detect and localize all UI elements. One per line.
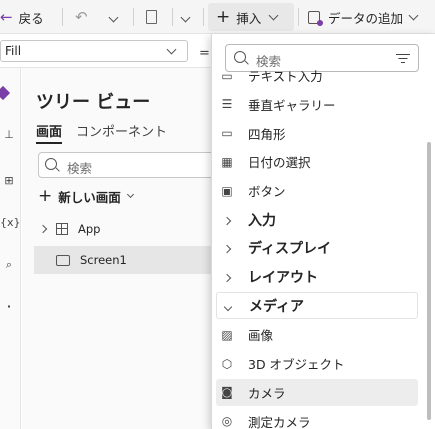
app-icon bbox=[56, 223, 68, 235]
tree-view-panel: ツリー ビュー 画面 コンポーネント 検索 + 新しい画面 App Screen… bbox=[22, 68, 228, 429]
tab-components[interactable]: コンポーネント bbox=[76, 121, 167, 140]
insert-label: 挿入 bbox=[236, 10, 262, 26]
tree-node-app[interactable]: App bbox=[34, 215, 212, 243]
back-arrow-icon: ← bbox=[0, 8, 13, 26]
menu-item-label: 四角形 bbox=[248, 126, 286, 142]
formula-bar: Fill = bbox=[0, 34, 210, 68]
image-icon: ▨ bbox=[221, 327, 233, 342]
chevron-down-icon bbox=[126, 190, 134, 198]
toolbar-divider bbox=[133, 8, 134, 26]
menu-item[interactable]: メディア bbox=[216, 292, 418, 320]
chevron-right-icon bbox=[216, 270, 238, 284]
new-screen-button[interactable]: + 新しい画面 bbox=[38, 186, 134, 206]
menu-item-label: カメラ bbox=[248, 385, 286, 401]
menu-item-label: 測定カメラ bbox=[248, 414, 311, 429]
menu-item-label: 垂直ギャラリー bbox=[248, 97, 336, 113]
calendar-icon: ▦ bbox=[221, 154, 233, 169]
insert-button[interactable]: + 挿入 bbox=[208, 3, 294, 31]
measure-camera-icon: ◎ bbox=[221, 414, 233, 429]
panel-title: ツリー ビュー bbox=[36, 92, 151, 113]
search-rail-icon[interactable]: ⌕ bbox=[0, 258, 18, 272]
menu-item-label: 入力 bbox=[248, 212, 276, 229]
menu-item[interactable]: ▦ 日付の選択 bbox=[216, 148, 418, 175]
text-input-icon: ▭ bbox=[221, 68, 233, 83]
data-rail-icon[interactable]: ⊞ bbox=[0, 174, 18, 187]
more-icon[interactable]: · bbox=[0, 300, 18, 313]
toolbar-divider bbox=[203, 8, 204, 26]
chevron-down-icon bbox=[408, 10, 419, 20]
cube-icon: ⬡ bbox=[221, 356, 233, 371]
chevron-down-icon bbox=[166, 44, 177, 55]
menu-scrollbar[interactable] bbox=[427, 142, 431, 420]
layers-icon[interactable] bbox=[0, 85, 11, 101]
menu-item[interactable]: ▣ ボタン bbox=[216, 177, 418, 204]
search-icon bbox=[45, 158, 57, 170]
camera-icon: ◙ bbox=[221, 385, 233, 400]
tab-screens[interactable]: 画面 bbox=[36, 121, 63, 144]
menu-item[interactable]: ◎ 測定カメラ bbox=[216, 408, 418, 429]
chevron-right-icon bbox=[216, 213, 238, 227]
rectangle-icon: ▭ bbox=[221, 126, 233, 141]
chevron-down-icon bbox=[217, 299, 239, 313]
gallery-icon: ☰ bbox=[221, 97, 233, 112]
app-rail: ⊥ ⊞ {x} ⌕ · bbox=[0, 68, 21, 429]
button-icon: ▣ bbox=[221, 183, 233, 198]
insert-rail-icon[interactable]: ⊥ bbox=[0, 128, 18, 141]
menu-item[interactable]: ▨ 画像 bbox=[216, 321, 418, 348]
plus-icon: + bbox=[216, 7, 231, 27]
equals-icon: = bbox=[199, 46, 210, 61]
variables-icon[interactable]: {x} bbox=[0, 216, 21, 229]
menu-item[interactable]: ⬡ 3D オブジェクト bbox=[216, 350, 418, 377]
property-value: Fill bbox=[5, 44, 22, 58]
menu-item[interactable]: 入力 bbox=[216, 206, 418, 233]
tree-node-screen1[interactable]: Screen1 bbox=[34, 246, 212, 274]
tree-search-input[interactable]: 検索 bbox=[38, 152, 228, 178]
menu-item-label: メディア bbox=[249, 298, 305, 315]
menu-item-label: 3D オブジェクト bbox=[248, 357, 345, 372]
paste-dropdown-button[interactable] bbox=[180, 6, 191, 28]
menu-item[interactable]: ▭ テキスト入力 bbox=[216, 62, 418, 89]
menu-item[interactable]: ☰ 垂直ギャラリー bbox=[216, 91, 418, 118]
back-button[interactable]: ← 戻る bbox=[0, 6, 44, 28]
menu-item-label: ディスプレイ bbox=[248, 241, 332, 258]
database-badge-icon bbox=[317, 19, 323, 26]
chevron-down-icon bbox=[108, 12, 119, 22]
menu-item-label: ボタン bbox=[248, 184, 286, 200]
toolbar-divider bbox=[172, 8, 173, 26]
toolbar-divider bbox=[62, 8, 63, 26]
undo-dropdown-button[interactable] bbox=[108, 6, 119, 28]
clipboard-icon bbox=[146, 10, 157, 24]
menu-item[interactable]: ▭ 四角形 bbox=[216, 120, 418, 147]
tree-search-placeholder: 検索 bbox=[67, 161, 93, 176]
add-data-button[interactable]: データの追加 bbox=[308, 6, 419, 28]
menu-item-label: テキスト入力 bbox=[248, 69, 323, 84]
new-screen-label: 新しい画面 bbox=[58, 189, 121, 205]
command-bar: ← 戻る ↶ + 挿入 データの追加 bbox=[0, 0, 435, 34]
menu-item-label: 画像 bbox=[248, 328, 274, 344]
chevron-down-icon bbox=[268, 10, 279, 20]
add-data-label: データの追加 bbox=[328, 10, 404, 26]
chevron-right-icon bbox=[216, 241, 238, 255]
back-label: 戻る bbox=[18, 10, 44, 26]
chevron-right-icon bbox=[38, 224, 48, 234]
menu-item[interactable]: ディスプレイ bbox=[216, 235, 418, 262]
property-dropdown[interactable]: Fill bbox=[0, 40, 188, 62]
menu-item-label: レイアウト bbox=[248, 270, 318, 287]
tree-node-label: App bbox=[78, 222, 101, 236]
toolbar-divider bbox=[298, 8, 299, 26]
tree-node-label: Screen1 bbox=[80, 253, 127, 267]
undo-icon: ↶ bbox=[75, 8, 88, 26]
undo-button[interactable]: ↶ bbox=[75, 6, 88, 28]
plus-icon: + bbox=[38, 186, 53, 206]
insert-menu: 検索 ▭ テキスト入力 ☰ 垂直ギャラリー ▭ 四角形 ▦ 日付の選択 ▣ ボタン 入力 ディスプレイ… bbox=[211, 34, 435, 429]
menu-item[interactable]: レイアウト bbox=[216, 264, 418, 291]
menu-item[interactable]: ◙ カメラ bbox=[216, 378, 418, 406]
database-icon bbox=[308, 10, 323, 26]
chevron-down-icon bbox=[180, 12, 191, 22]
screen-icon bbox=[56, 254, 70, 266]
menu-item-label: 日付の選択 bbox=[248, 155, 311, 171]
paste-button[interactable] bbox=[146, 6, 157, 28]
